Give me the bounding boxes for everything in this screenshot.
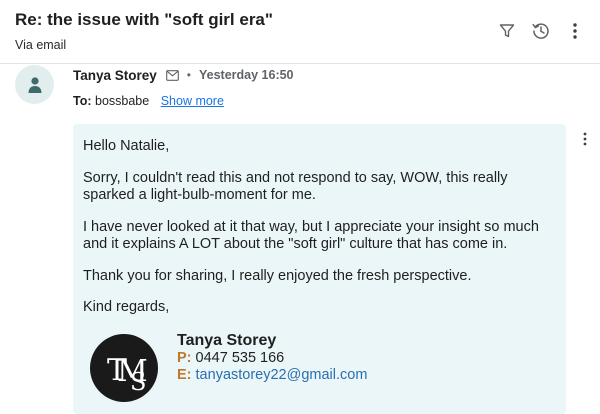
mail-icon xyxy=(165,69,179,81)
separator-dot: • xyxy=(186,68,191,82)
email-header: Re: the issue with "soft girl era" Via e… xyxy=(0,0,600,64)
body-paragraph: Sorry, I couldn't read this and not resp… xyxy=(83,169,508,204)
email-link[interactable]: tanyastorey22@gmail.com xyxy=(196,367,368,383)
body-paragraph: Thank you for sharing, I really enjoyed … xyxy=(83,267,472,284)
signature-phone: P: 0447 535 166 xyxy=(177,350,284,366)
email-label: E: xyxy=(177,367,192,383)
sender-avatar xyxy=(15,65,54,104)
phone-label: P: xyxy=(177,350,192,366)
greeting: Hello Natalie, xyxy=(83,138,170,154)
sender-name[interactable]: Tanya Storey xyxy=(73,68,157,83)
phone-number: 0447 535 166 xyxy=(195,350,285,366)
body-paragraph: I have never looked at it that way, but … xyxy=(83,218,539,253)
to-label: To: xyxy=(73,94,92,108)
person-icon xyxy=(28,76,41,93)
email-subject: Re: the issue with "soft girl era" xyxy=(15,10,273,29)
more-vertical-icon[interactable] xyxy=(564,20,586,42)
sign-off: Kind regards, xyxy=(83,299,170,315)
signature-logo: T M S xyxy=(90,334,158,402)
signature-email: E: tanyastorey22@gmail.com xyxy=(177,367,367,383)
recipient-value: bossbabe xyxy=(95,94,150,108)
message-more-icon[interactable] xyxy=(578,130,592,148)
svg-text:S: S xyxy=(130,368,146,396)
message-text: Hello Natalie, Sorry, I couldn't read th… xyxy=(83,138,558,331)
sender-line: Tanya Storey • Yesterday 16:50 xyxy=(73,66,294,84)
show-more-link[interactable]: Show more xyxy=(161,94,224,108)
history-icon[interactable] xyxy=(530,20,552,42)
via-label: Via email xyxy=(15,38,67,52)
signature-name: Tanya Storey xyxy=(177,332,277,349)
filter-icon[interactable] xyxy=(496,20,518,42)
timestamp: Yesterday 16:50 xyxy=(199,68,294,82)
recipient-line: To: bossbabe Show more xyxy=(73,94,224,108)
